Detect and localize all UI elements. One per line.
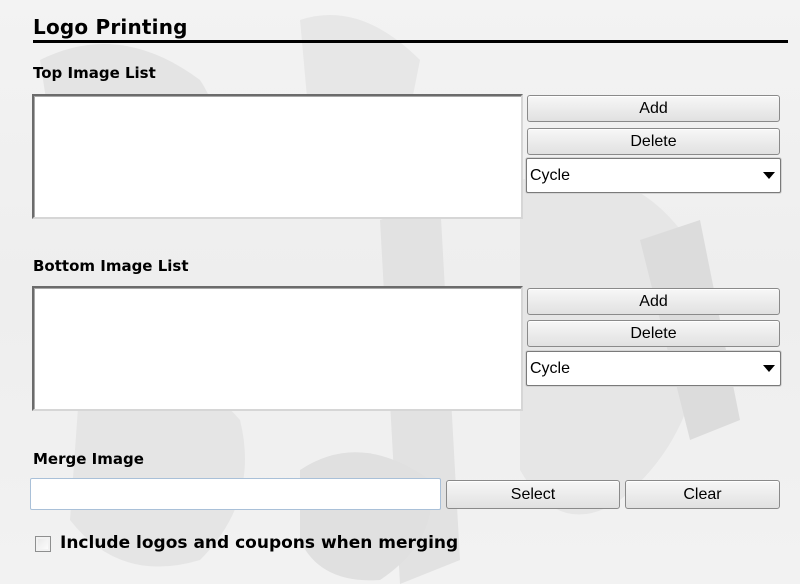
include-logos-checkbox[interactable]: [35, 536, 51, 552]
merge-select-button[interactable]: Select: [446, 480, 620, 509]
section-title: Logo Printing: [33, 15, 188, 39]
top-delete-button[interactable]: Delete: [527, 128, 780, 155]
top-image-list-label: Top Image List: [33, 64, 156, 82]
chevron-down-icon: [758, 172, 780, 179]
bottom-image-list[interactable]: [32, 286, 523, 411]
bottom-add-button[interactable]: Add: [527, 288, 780, 315]
merge-image-label: Merge Image: [33, 450, 144, 468]
top-mode-value: Cycle: [530, 166, 571, 184]
bottom-mode-dropdown[interactable]: Cycle: [526, 351, 781, 386]
section-divider: [33, 40, 788, 43]
include-logos-label[interactable]: Include logos and coupons when merging: [60, 533, 458, 553]
bottom-image-list-label: Bottom Image List: [33, 257, 189, 275]
merge-image-path-field[interactable]: [30, 478, 441, 510]
merge-clear-button[interactable]: Clear: [625, 480, 780, 509]
bottom-delete-button[interactable]: Delete: [527, 320, 780, 347]
chevron-down-icon: [758, 365, 780, 372]
bottom-mode-value: Cycle: [530, 359, 571, 377]
top-image-list[interactable]: [32, 94, 523, 219]
top-add-button[interactable]: Add: [527, 95, 780, 122]
top-mode-dropdown[interactable]: Cycle: [526, 158, 781, 193]
